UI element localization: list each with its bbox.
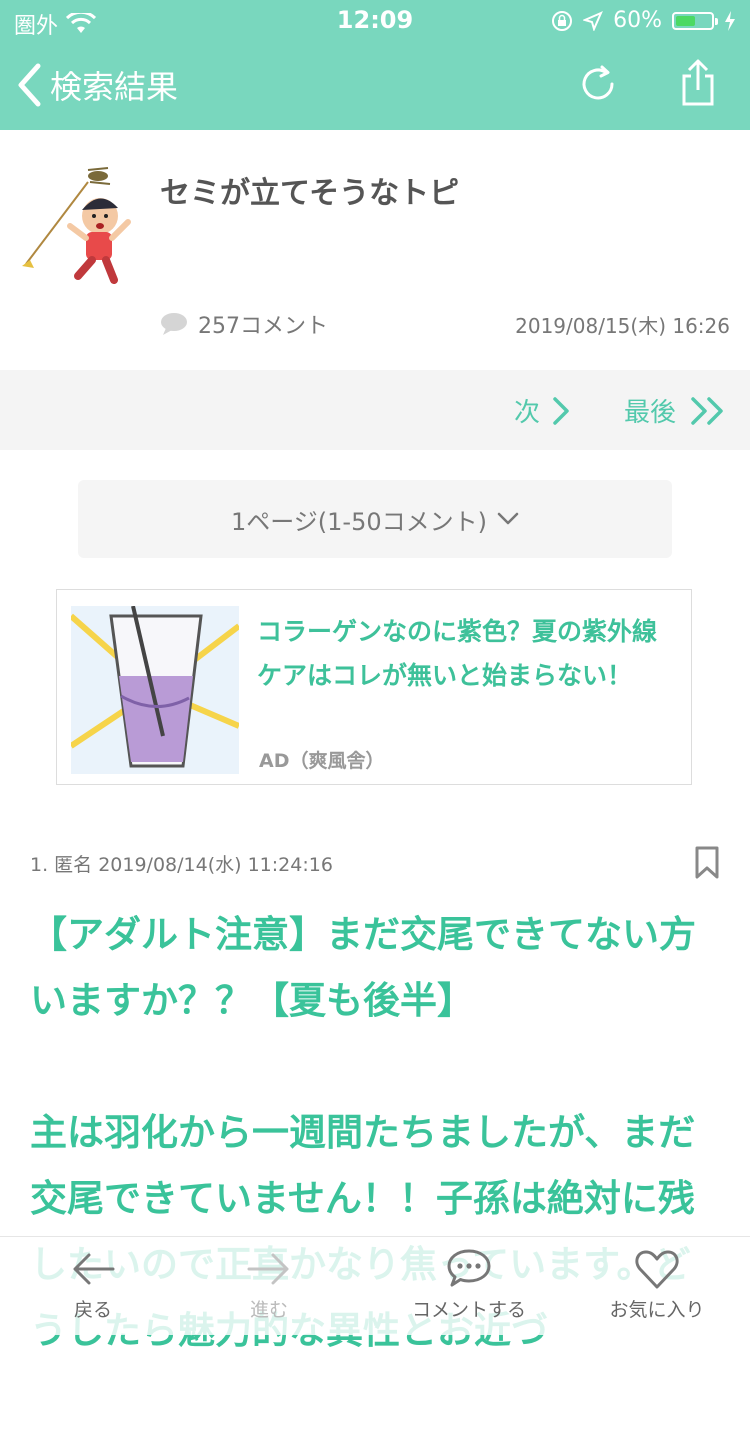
comment-button[interactable]: コメントする	[384, 1247, 554, 1322]
arrow-right-icon	[247, 1253, 289, 1285]
share-icon[interactable]	[674, 58, 722, 108]
status-right: 60%	[551, 8, 736, 33]
next-label: 次	[514, 398, 541, 428]
back-label: 検索結果	[50, 68, 179, 106]
chevron-right-icon	[553, 396, 569, 425]
comment-body: 【アダルト注意】まだ交尾できてない方いますか？？【夏も後半】 主は羽化から一週間…	[30, 902, 720, 1430]
pager-bar: 次 最後	[0, 370, 750, 450]
navigation-bar: 検索結果	[0, 40, 750, 130]
last-label: 最後	[624, 398, 677, 428]
favorite-button[interactable]: お気に入り	[572, 1247, 742, 1322]
ad-image	[71, 606, 239, 774]
charging-icon	[725, 10, 735, 31]
bottom-toolbar: 戻る 進む コメントする お気に入り	[0, 1236, 750, 1335]
back-to-search-button[interactable]: 検索結果	[16, 62, 178, 108]
status-bar: 圏外 12:09 60%	[0, 0, 750, 40]
topic-header: セミが立てそうなトピ 257コメント 2019/08/15(木) 16:26	[0, 130, 750, 370]
orientation-lock-icon	[552, 10, 573, 31]
comment-paragraph: 【アダルト注意】まだ交尾できてない方いますか？？【夏も後半】	[30, 913, 696, 1022]
reload-icon[interactable]	[576, 62, 620, 106]
comment-count[interactable]: 257コメント	[160, 308, 328, 340]
back-button-label: 戻る	[73, 1299, 112, 1321]
comment-button-label: コメントする	[411, 1299, 526, 1321]
next-page-button[interactable]: 次	[514, 392, 570, 429]
forward-button[interactable]: 進む	[184, 1247, 354, 1322]
battery-percent: 60%	[613, 8, 662, 33]
chat-bubble-icon	[447, 1249, 491, 1287]
last-page-button[interactable]: 最後	[624, 392, 726, 429]
comment-count-label: 257コメント	[198, 314, 328, 339]
location-icon	[583, 10, 604, 31]
chevron-down-icon	[497, 512, 519, 525]
chevron-left-icon	[18, 63, 41, 107]
battery-level	[676, 15, 695, 26]
page-selector-label: 1ページ(1-50コメント)	[231, 507, 487, 536]
forward-button-label: 進む	[249, 1299, 288, 1321]
arrow-left-icon	[73, 1253, 115, 1285]
comment-meta: 1. 匿名 2019/08/14(水) 11:24:16	[30, 854, 333, 876]
speech-bubble-icon	[161, 313, 187, 335]
favorite-button-label: お気に入り	[609, 1299, 705, 1321]
topic-date: 2019/08/15(木) 16:26	[515, 314, 730, 338]
topic-title: セミが立てそうなトピ	[160, 176, 460, 211]
ad-banner[interactable]: コラーゲンなのに紫色？夏の紫外線ケアはコレが無いと始まらない！ AD（爽風舎）	[56, 589, 692, 785]
bookmark-icon[interactable]	[694, 846, 720, 880]
double-chevron-right-icon	[691, 396, 723, 425]
topic-thumbnail	[22, 167, 131, 284]
ad-sponsor: AD（爽風舎）	[259, 750, 385, 772]
page-selector-dropdown[interactable]: 1ページ(1-50コメント)	[78, 480, 672, 558]
heart-icon	[635, 1250, 679, 1289]
battery-icon	[672, 11, 718, 30]
ad-headline: コラーゲンなのに紫色？夏の紫外線ケアはコレが無いと始まらない！	[257, 617, 658, 690]
back-button[interactable]: 戻る	[8, 1247, 178, 1322]
